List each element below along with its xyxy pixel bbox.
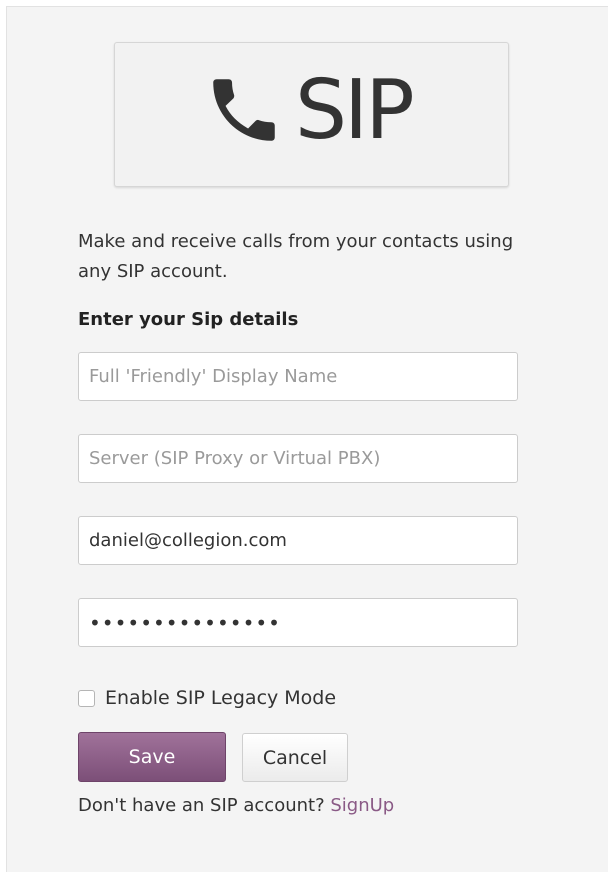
description-text: Make and receive calls from your contact…	[78, 231, 514, 282]
sip-settings-panel: SIP Make and receive calls from your con…	[6, 6, 608, 872]
signup-prompt-text: Don't have an SIP account?	[78, 795, 325, 816]
signup-prompt: Don't have an SIP account? SignUp	[78, 792, 394, 820]
section-title: Enter your Sip details	[78, 309, 299, 330]
legacy-mode-option: Enable SIP Legacy Mode	[78, 685, 336, 711]
username-input[interactable]	[78, 516, 518, 565]
phone-icon	[213, 79, 275, 141]
password-input[interactable]	[78, 598, 518, 647]
display-name-input[interactable]	[78, 352, 518, 401]
legacy-mode-label[interactable]: Enable SIP Legacy Mode	[105, 687, 336, 709]
sip-logo: SIP	[114, 42, 509, 187]
sip-logo-text: SIP	[295, 63, 415, 158]
legacy-mode-checkbox[interactable]	[78, 689, 95, 707]
cancel-button[interactable]: Cancel	[242, 733, 348, 782]
signup-link[interactable]: SignUp	[330, 795, 394, 816]
server-input[interactable]	[78, 434, 518, 483]
save-button[interactable]: Save	[78, 732, 226, 782]
